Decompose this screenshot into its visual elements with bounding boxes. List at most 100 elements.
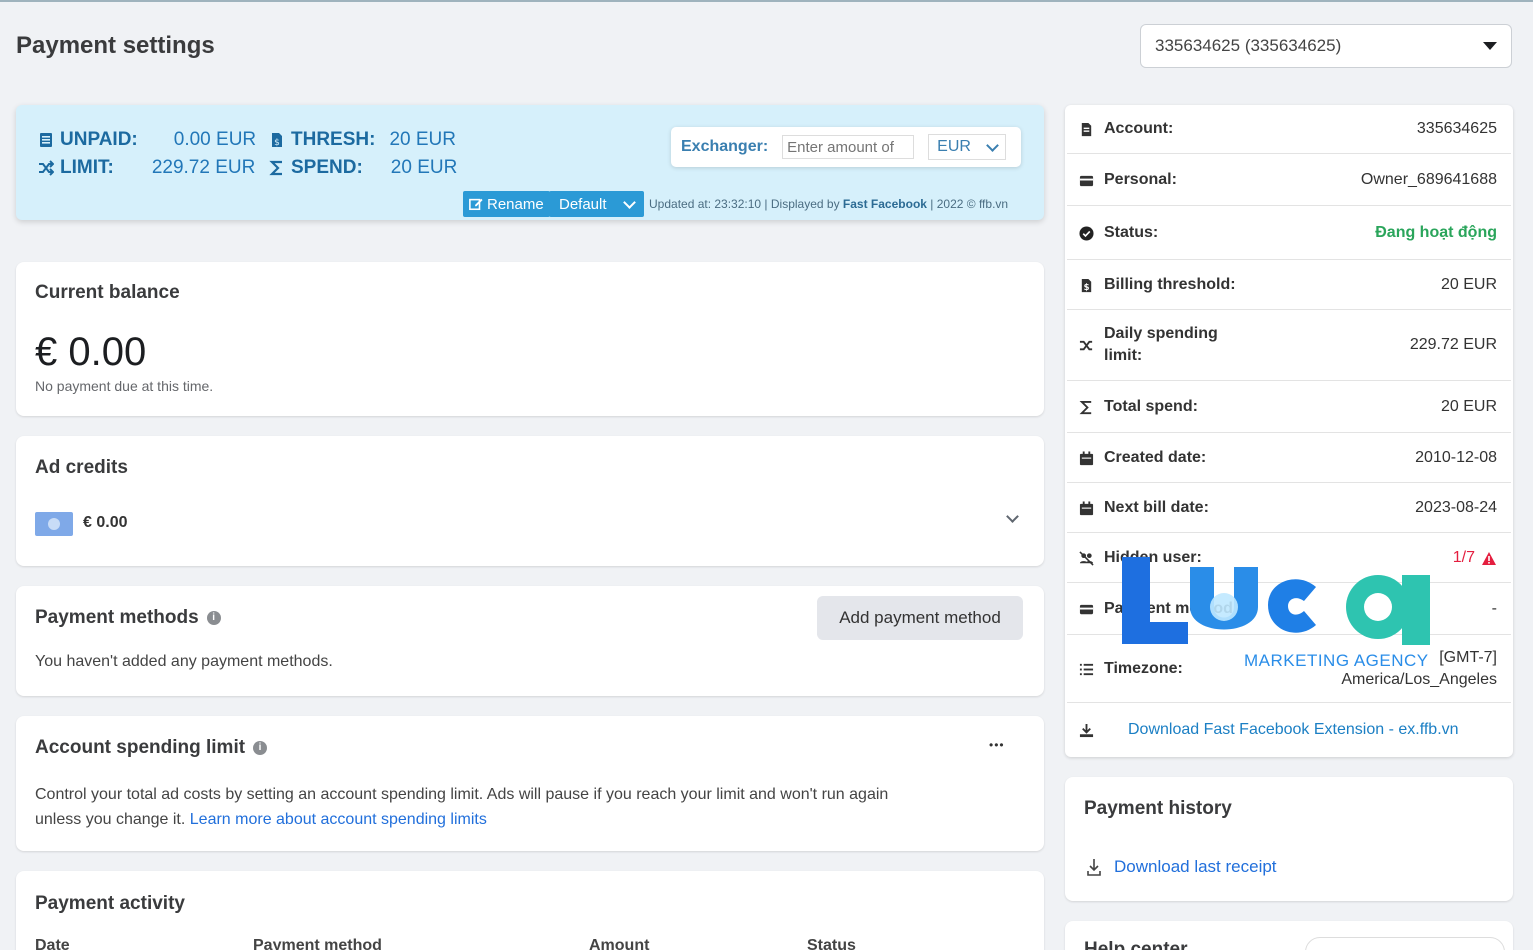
info-value: 2010-12-08 [1415, 449, 1497, 466]
thresh-label: THRESH: [291, 129, 376, 150]
updated-suffix: | 2022 © ffb.vn [926, 197, 1009, 211]
info-icon[interactable]: i [253, 740, 268, 755]
hidden-user-value: 1/7 [1453, 549, 1497, 567]
account-selector[interactable]: 335634625 (335634625) [1140, 24, 1512, 68]
payment-history-title: Payment history [1084, 798, 1232, 819]
id-card-icon [1079, 175, 1094, 186]
info-label: Next bill date: [1104, 499, 1209, 516]
luca-logo-watermark: MARKETING AGENCY [1118, 547, 1448, 677]
info-row-daily-spending-limit: Daily spending limit: 229.72 EUR [1067, 311, 1511, 379]
spend-label: SPEND: [291, 157, 363, 178]
column-header-payment-method[interactable]: Payment method [253, 937, 382, 950]
learn-more-link[interactable]: Learn more about account spending limits [190, 811, 487, 828]
brand-name: Fast Facebook [842, 197, 927, 211]
info-row-status: Status: Đang hoạt động [1067, 207, 1511, 259]
limit-stat: LIMIT: 229.72 EUR [38, 157, 255, 179]
column-header-status[interactable]: Status [807, 937, 856, 950]
thresh-stat: $ THRESH: 20 EUR [269, 129, 456, 151]
info-label: Created date: [1104, 449, 1207, 466]
info-value: 2023-08-24 [1415, 499, 1497, 516]
default-label: Default [559, 195, 607, 213]
account-selector-value: 335634625 (335634625) [1155, 36, 1342, 55]
payment-activity-card: Payment activity Date Payment method Amo… [16, 871, 1044, 950]
document-icon [1081, 122, 1092, 136]
page-title: Payment settings [16, 32, 215, 59]
updated-text: Updated at: 23:32:10 | Displayed by [649, 197, 843, 211]
info-value: 20 EUR [1440, 398, 1497, 415]
credit-card-icon [1079, 604, 1094, 614]
info-row-billing-threshold: $ Billing threshold: 20 EUR [1067, 261, 1511, 309]
exchange-amount-input[interactable] [782, 135, 915, 159]
ad-credits-card[interactable]: Ad credits € 0.00 [16, 436, 1044, 566]
info-value: 20 EUR [1440, 276, 1497, 293]
info-label: Status: [1104, 224, 1159, 241]
spending-limit-description: Control your total ad costs by setting a… [35, 782, 1015, 832]
shuffle-icon [39, 160, 54, 176]
account-summary-banner: UNPAID: 0.00 EUR $ THRESH: 20 EUR LIMIT:… [16, 105, 1044, 220]
rename-button[interactable]: Rename [463, 191, 550, 217]
file-dollar-icon: $ [272, 133, 282, 148]
spending-limit-title: Account spending limit i [35, 737, 268, 759]
spending-limit-card: Account spending limit i ••• Control your… [16, 716, 1044, 851]
status-value: Đang hoạt động [1375, 224, 1497, 241]
more-options-icon[interactable]: ••• [989, 738, 1005, 752]
thresh-value: 20 EUR [389, 129, 456, 150]
info-label: Personal: [1104, 171, 1177, 188]
invoice-icon [40, 133, 52, 147]
download-extension-link[interactable]: Download Fast Facebook Extension - ex.ff… [1128, 721, 1459, 739]
download-receipt-button[interactable]: Download last receipt [1086, 857, 1277, 877]
ad-credits-title: Ad credits [35, 457, 128, 478]
balance-note: No payment due at this time. [35, 378, 214, 394]
info-value: 229.72 EUR [1409, 336, 1497, 353]
help-center-title: Help center [1084, 939, 1188, 950]
sigma-icon [1079, 400, 1092, 414]
exchanger: Exchanger: EUR [671, 127, 1021, 167]
add-payment-method-button[interactable]: Add payment method [817, 596, 1023, 640]
unpaid-stat: UNPAID: 0.00 EUR [38, 129, 256, 151]
spend-stat: SPEND: 20 EUR [269, 157, 457, 179]
currency-select[interactable]: EUR [928, 134, 1007, 160]
svg-text:$: $ [1084, 282, 1090, 292]
description-line-2: unless you change it. [35, 811, 190, 828]
chevron-down-icon [986, 138, 1000, 152]
info-row-total-spend: Total spend: 20 EUR [1067, 382, 1511, 432]
payment-methods-title: Payment methods i [35, 607, 221, 629]
info-label: Daily spending limit: [1104, 325, 1218, 364]
current-balance-title: Current balance [35, 282, 180, 303]
info-value: - [1491, 600, 1497, 617]
credit-icon [35, 512, 73, 536]
download-icon [1079, 723, 1094, 737]
help-search-input[interactable] [1305, 937, 1505, 950]
download-extension-row[interactable]: Download Fast Facebook Extension - ex.ff… [1067, 704, 1511, 756]
hidden-user-count: 1/7 [1452, 549, 1475, 566]
shuffle-icon [1079, 340, 1093, 350]
info-row-next-bill-date: Next bill date: 2023-08-24 [1067, 484, 1511, 532]
list-icon [1079, 663, 1094, 675]
chevron-down-icon[interactable] [1006, 510, 1019, 523]
default-dropdown[interactable]: Default [549, 191, 644, 217]
edit-icon [469, 198, 483, 211]
payment-methods-card: Payment methods i Add payment method You … [16, 586, 1044, 696]
logo-subtitle: MARKETING AGENCY [1244, 651, 1429, 670]
download-receipt-link[interactable]: Download last receipt [1114, 857, 1277, 877]
sigma-icon [269, 160, 282, 176]
svg-text:$: $ [274, 138, 280, 148]
rename-label: Rename [487, 195, 544, 213]
payment-methods-empty: You haven't added any payment methods. [35, 653, 333, 670]
download-icon [1087, 859, 1101, 876]
unpaid-value: 0.00 EUR [173, 129, 257, 150]
users-slash-icon [1079, 550, 1094, 566]
updated-info: Updated at: 23:32:10 | Displayed by Fast… [649, 197, 1008, 211]
exchanger-label: Exchanger: [681, 138, 769, 155]
limit-value: 229.72 EUR [151, 157, 256, 178]
info-label: Billing threshold: [1104, 276, 1236, 293]
caret-down-icon [1483, 42, 1497, 50]
current-balance-card: Current balance € 0.00 No payment due at… [16, 262, 1044, 416]
info-label: Account: [1104, 120, 1174, 137]
ad-credits-amount: € 0.00 [83, 514, 128, 531]
calendar-icon [1079, 500, 1094, 515]
column-header-date[interactable]: Date [35, 937, 70, 950]
balance-amount: € 0.00 [35, 330, 147, 374]
column-header-amount[interactable]: Amount [589, 937, 649, 950]
info-icon[interactable]: i [206, 610, 221, 625]
